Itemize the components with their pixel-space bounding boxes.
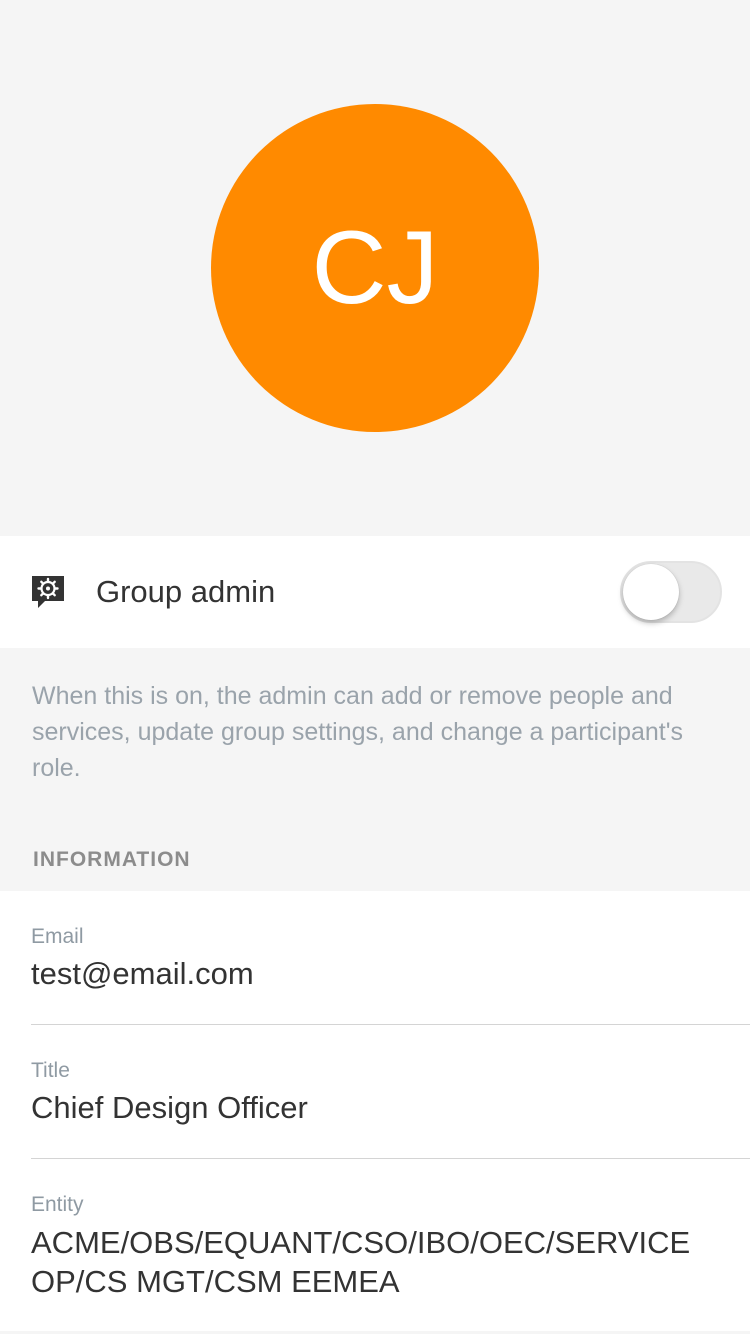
group-admin-description: When this is on, the admin can add or re… [32, 682, 684, 782]
group-admin-label: Group admin [96, 574, 276, 609]
title-value: Chief Design Officer [31, 1090, 308, 1125]
entity-value-line1: ACME/OBS/EQUANT/CSO/IBO/OEC/SERVICE [31, 1225, 691, 1260]
toggle-knob [623, 564, 679, 620]
profile-header: CJ [0, 0, 750, 536]
entity-label: Entity [31, 1193, 84, 1216]
admin-badge-icon [32, 576, 64, 608]
avatar-initials: CJ [311, 209, 439, 326]
title-label: Title [31, 1059, 70, 1082]
divider [31, 1024, 750, 1025]
email-label: Email [31, 925, 84, 948]
information-section-header: INFORMATION [33, 848, 191, 871]
avatar: CJ [211, 104, 539, 432]
entity-value-line2: OP/CS MGT/CSM EEMEA [31, 1264, 400, 1299]
divider [31, 1158, 750, 1159]
group-admin-toggle[interactable] [620, 561, 722, 623]
email-value[interactable]: test@email.com [31, 954, 254, 993]
